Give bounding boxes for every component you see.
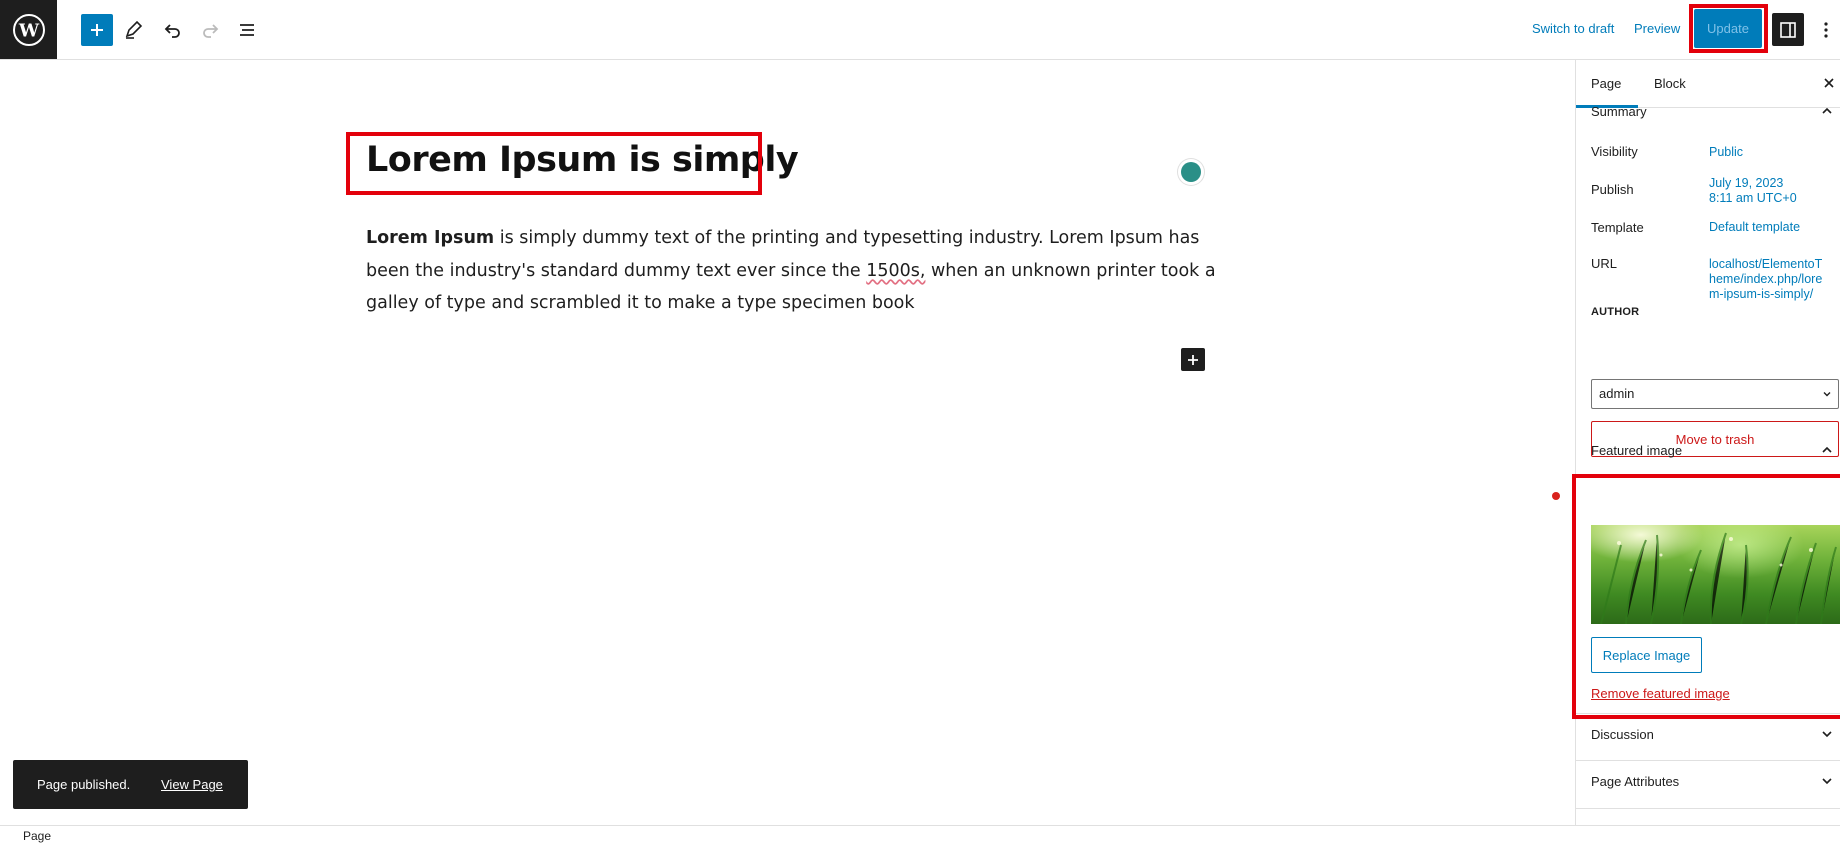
panel-divider [1576,760,1840,761]
paragraph-block[interactable]: Lorem Ipsum is simply dummy text of the … [366,222,1216,320]
inline-add-block-plus-icon[interactable] [1181,348,1205,371]
block-breadcrumb-footer: Page [0,825,1840,843]
tab-block[interactable]: Block [1654,76,1686,91]
title-highlight-box [346,132,762,195]
more-vertical-icon[interactable] [1818,14,1834,46]
summary-panel-title[interactable]: Summary [1591,104,1647,119]
panel-divider [1576,808,1840,809]
chevron-down-icon [1823,392,1831,397]
add-block-plus-icon[interactable] [81,14,113,46]
discussion-panel-title[interactable]: Discussion [1591,727,1654,742]
publish-time-line: 8:11 am UTC+0 [1709,191,1797,205]
snackbar-message: Page published. [37,777,131,792]
url-value[interactable]: localhost/ElementoT heme/index.php/lore … [1709,257,1822,302]
chevron-down-icon[interactable] [1820,774,1834,788]
pencil-icon[interactable] [117,14,149,46]
author-select-value: admin [1599,386,1635,401]
visibility-label: Visibility [1591,144,1638,159]
undo-icon[interactable] [157,14,189,46]
template-label: Template [1591,220,1644,235]
spellcheck-word: 1500s, [866,260,926,281]
list-view-icon[interactable] [231,14,263,46]
author-select[interactable]: admin [1591,379,1839,409]
editor-top-toolbar: W Switch to draft Preview Update [0,0,1840,60]
annotation-dot [1552,492,1560,500]
publish-date-line: July 19, 2023 [1709,176,1784,190]
sidebar-tabs: Page Block [1576,60,1840,108]
publish-label: Publish [1591,182,1634,197]
visibility-value[interactable]: Public [1709,145,1743,160]
page-attributes-panel-title[interactable]: Page Attributes [1591,774,1679,789]
url-line: heme/index.php/lore [1709,272,1823,286]
view-page-link[interactable]: View Page [161,777,223,792]
close-icon[interactable] [1822,72,1838,94]
update-highlight-box [1689,4,1768,53]
publish-date-value[interactable]: July 19, 2023 8:11 am UTC+0 [1709,176,1797,206]
paragraph-bold-lead: Lorem Ipsum [366,228,495,248]
chevron-up-icon[interactable] [1820,443,1834,457]
url-label: URL [1591,256,1618,271]
svg-text:W: W [17,20,39,41]
url-line: localhost/ElementoT [1709,257,1823,271]
chevron-down-icon[interactable] [1820,727,1834,741]
featured-image-panel-title[interactable]: Featured image [1591,443,1682,458]
breadcrumb-page[interactable]: Page [23,829,51,843]
wordpress-logo-icon[interactable]: W [0,0,57,59]
author-section-label: AUTHOR [1591,306,1640,318]
preview-button[interactable]: Preview [1634,21,1680,36]
tab-page[interactable]: Page [1591,76,1621,91]
sidebar-toggle-icon[interactable] [1772,13,1804,46]
redo-icon[interactable] [194,14,226,46]
url-line: m-ipsum-is-simply/ [1709,287,1814,301]
template-value[interactable]: Default template [1709,220,1800,235]
featured-image-highlight-box [1572,474,1840,719]
collaborator-avatar-icon [1178,159,1204,185]
chevron-up-icon[interactable] [1820,104,1834,118]
snackbar-notice: Page published. View Page [13,760,248,809]
switch-to-draft-button[interactable]: Switch to draft [1532,21,1614,36]
